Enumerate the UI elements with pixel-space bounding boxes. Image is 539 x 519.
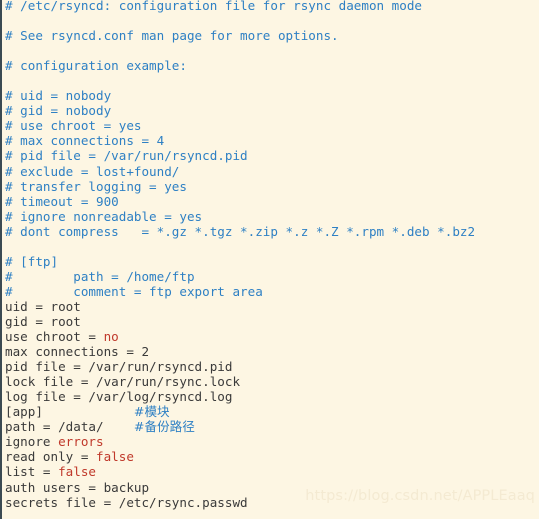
directive-text: ignore <box>5 434 59 450</box>
code-line: path = /data/ #备份路径 <box>5 419 475 434</box>
comment-text: # exclude = lost+found/ <box>5 163 180 179</box>
comment-text: # use chroot = yes <box>5 118 142 134</box>
code-line: # max connections = 4 <box>5 133 475 148</box>
code-line: secrets file = /etc/rsync.passwd <box>5 495 475 510</box>
code-line: # See rsyncd.conf man page for more opti… <box>5 28 475 43</box>
code-line: # gid = nobody <box>5 103 475 118</box>
code-line: max connections = 2 <box>5 344 475 359</box>
code-line: gid = root <box>5 314 475 329</box>
directive-text: pid file = /var/run/rsyncd.pid <box>5 359 233 375</box>
code-line: use chroot = no <box>5 329 475 344</box>
comment-text: # configuration example: <box>5 58 187 74</box>
directive-text: path = /data/ <box>5 419 134 435</box>
config-file-content[interactable]: # /etc/rsyncd: configuration file for rs… <box>5 0 475 510</box>
code-line: # pid file = /var/run/rsyncd.pid <box>5 148 475 163</box>
code-line: # dont compress = *.gz *.tgz *.zip *.z *… <box>5 224 475 239</box>
code-line: list = false <box>5 464 475 479</box>
comment-text: # See rsyncd.conf man page for more opti… <box>5 28 339 44</box>
directive-text: [app] <box>5 404 134 420</box>
directive-text: log file = /var/log/rsyncd.log <box>5 389 233 405</box>
code-line: [app] #模块 <box>5 404 475 419</box>
comment-text: # uid = nobody <box>5 88 112 104</box>
code-line: # configuration example: <box>5 58 475 73</box>
keyword-value: no <box>103 329 119 345</box>
code-line: # use chroot = yes <box>5 118 475 133</box>
code-line: read only = false <box>5 449 475 464</box>
text-editor-pane[interactable]: # /etc/rsyncd: configuration file for rs… <box>0 0 539 519</box>
comment-text: # path = /home/ftp <box>5 268 195 284</box>
comment-text: # timeout = 900 <box>5 193 119 209</box>
code-line: log file = /var/log/rsyncd.log <box>5 389 475 404</box>
code-line: # timeout = 900 <box>5 194 475 209</box>
keyword-value: false <box>96 449 134 465</box>
comment-text: # gid = nobody <box>5 103 112 119</box>
directive-text: gid = root <box>5 313 81 329</box>
code-line: # ignore nonreadable = yes <box>5 209 475 224</box>
code-line: ignore errors <box>5 434 475 449</box>
comment-text: # [ftp] <box>5 253 59 269</box>
directive-text: list = <box>5 464 59 480</box>
code-line: # /etc/rsyncd: configuration file for rs… <box>5 0 475 13</box>
directive-text: lock file = /var/run/rsync.lock <box>5 374 241 390</box>
inline-comment-text: #模块 <box>133 404 170 420</box>
comment-text: # pid file = /var/run/rsyncd.pid <box>5 148 248 164</box>
directive-text: max connections = 2 <box>5 344 150 360</box>
code-line: pid file = /var/run/rsyncd.pid <box>5 359 475 374</box>
code-line: uid = root <box>5 299 475 314</box>
code-line: # uid = nobody <box>5 88 475 103</box>
code-line: # transfer logging = yes <box>5 179 475 194</box>
comment-text: # comment = ftp export area <box>5 283 263 299</box>
directive-text: uid = root <box>5 298 81 314</box>
comment-text: # transfer logging = yes <box>5 178 187 194</box>
directive-text: secrets file = /etc/rsync.passwd <box>5 494 248 510</box>
comment-text: # /etc/rsyncd: configuration file for rs… <box>5 0 423 13</box>
comment-text: # dont compress = *.gz *.tgz *.zip *.z *… <box>5 223 476 239</box>
directive-text: use chroot = <box>5 329 104 345</box>
directive-text: read only = <box>5 449 96 465</box>
keyword-value: false <box>58 464 96 480</box>
code-line: # exclude = lost+found/ <box>5 164 475 179</box>
directive-text: auth users = backup <box>5 479 150 495</box>
inline-comment-text: #备份路径 <box>133 419 195 435</box>
code-line: # [ftp] <box>5 254 475 269</box>
code-line: auth users = backup <box>5 480 475 495</box>
code-line: lock file = /var/run/rsync.lock <box>5 374 475 389</box>
code-line: # path = /home/ftp <box>5 269 475 284</box>
keyword-value: errors <box>58 434 104 450</box>
comment-text: # max connections = 4 <box>5 133 165 149</box>
comment-text: # ignore nonreadable = yes <box>5 208 203 224</box>
code-line: # comment = ftp export area <box>5 284 475 299</box>
